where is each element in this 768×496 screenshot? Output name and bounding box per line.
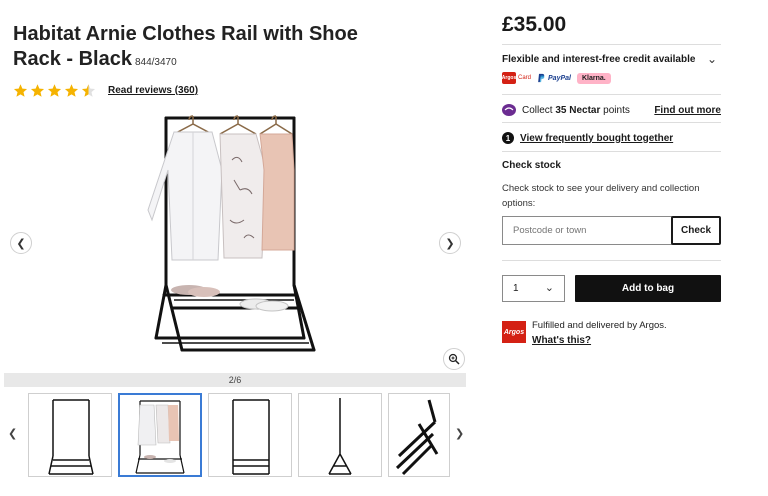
gallery-counter: 2/6 [4,373,466,387]
thumbnail-2[interactable] [118,393,202,477]
divider [502,94,721,95]
argos-card-logo: Argos Card [502,72,531,84]
paypal-label: PayPal [548,74,571,82]
star-rating [13,83,96,98]
check-button[interactable]: Check [671,216,721,245]
star-icon [30,83,45,97]
fulfilment-text: Fulfilled and delivered by Argos. [532,320,667,331]
thumbnail-image [135,400,185,474]
rating-row: Read reviews (360) [13,80,198,100]
klarna-logo: Klarna. [576,72,611,84]
whats-this-link[interactable]: What's this? [532,335,591,346]
quantity-select[interactable]: 1 ⌄ [502,275,565,302]
product-image [147,115,316,352]
paypal-logo: PayPal [537,73,571,83]
gallery-prev-button[interactable]: ❮ [10,232,32,254]
paypal-icon [538,73,545,83]
divider [502,151,721,152]
credit-title[interactable]: Flexible and interest-free credit availa… [502,54,695,65]
thumbnail-image [232,399,270,475]
nectar-points: 35 Nectar [555,104,601,116]
chevron-down-icon[interactable]: ⌄ [707,52,717,66]
argos-card-label: Card [518,75,532,81]
zoom-icon [448,353,460,365]
number-badge: 1 [502,132,514,144]
argos-card-box: Argos [502,72,516,84]
star-icon [64,83,79,97]
chevron-down-icon: ⌄ [544,282,554,294]
divider [502,122,721,123]
product-title: Habitat Arnie Clothes Rail with Shoe Rac… [13,22,393,75]
divider [502,260,721,261]
thumbnail-image [395,399,439,476]
chevron-left-icon: ❮ [16,237,26,250]
star-icon [47,83,62,97]
payment-logos: Argos Card PayPal Klarna. [502,72,611,84]
nectar-text-pre: Collect [522,104,556,116]
check-stock-title: Check stock [502,160,561,171]
nectar-icon [502,104,516,116]
star-icon [13,83,28,97]
thumbnail-strip: ❮ ❯ [0,391,470,479]
thumbnail-image [48,399,94,475]
chevron-right-icon: ❯ [445,237,455,250]
argos-logo: Argos [502,321,526,343]
divider [502,44,721,45]
zoom-button[interactable] [443,348,465,370]
thumbnail-3[interactable] [208,393,292,477]
chevron-left-icon[interactable]: ❮ [8,427,17,440]
thumbnail-4[interactable] [298,393,382,477]
nectar-text: Collect 35 Nectar points [522,105,630,116]
frequently-bought-link[interactable]: View frequently bought together [520,133,673,144]
nectar-text-post: points [600,104,630,116]
chevron-right-icon[interactable]: ❯ [455,427,464,440]
postcode-input[interactable] [502,216,672,245]
check-stock-description: Check stock to see your delivery and col… [502,183,700,209]
gallery-next-button[interactable]: ❯ [439,232,461,254]
frequently-bought-row: 1 View frequently bought together [502,131,673,145]
thumbnail-image [328,398,352,475]
product-sku: 844/3470 [134,57,177,68]
add-to-bag-button[interactable]: Add to bag [575,275,721,302]
find-out-more-link[interactable]: Find out more [654,105,721,116]
product-image-gallery[interactable]: ❮ ❯ [4,110,466,372]
product-title-text: Habitat Arnie Clothes Rail with Shoe Rac… [13,23,358,70]
half-star-icon [81,83,96,97]
thumbnail-1[interactable] [28,393,112,477]
product-price: £35.00 [502,13,567,36]
thumbnail-5[interactable] [388,393,450,477]
nectar-row: Collect 35 Nectar points Find out more [502,103,721,117]
quantity-value: 1 [513,283,519,294]
read-reviews-link[interactable]: Read reviews (360) [108,85,198,96]
